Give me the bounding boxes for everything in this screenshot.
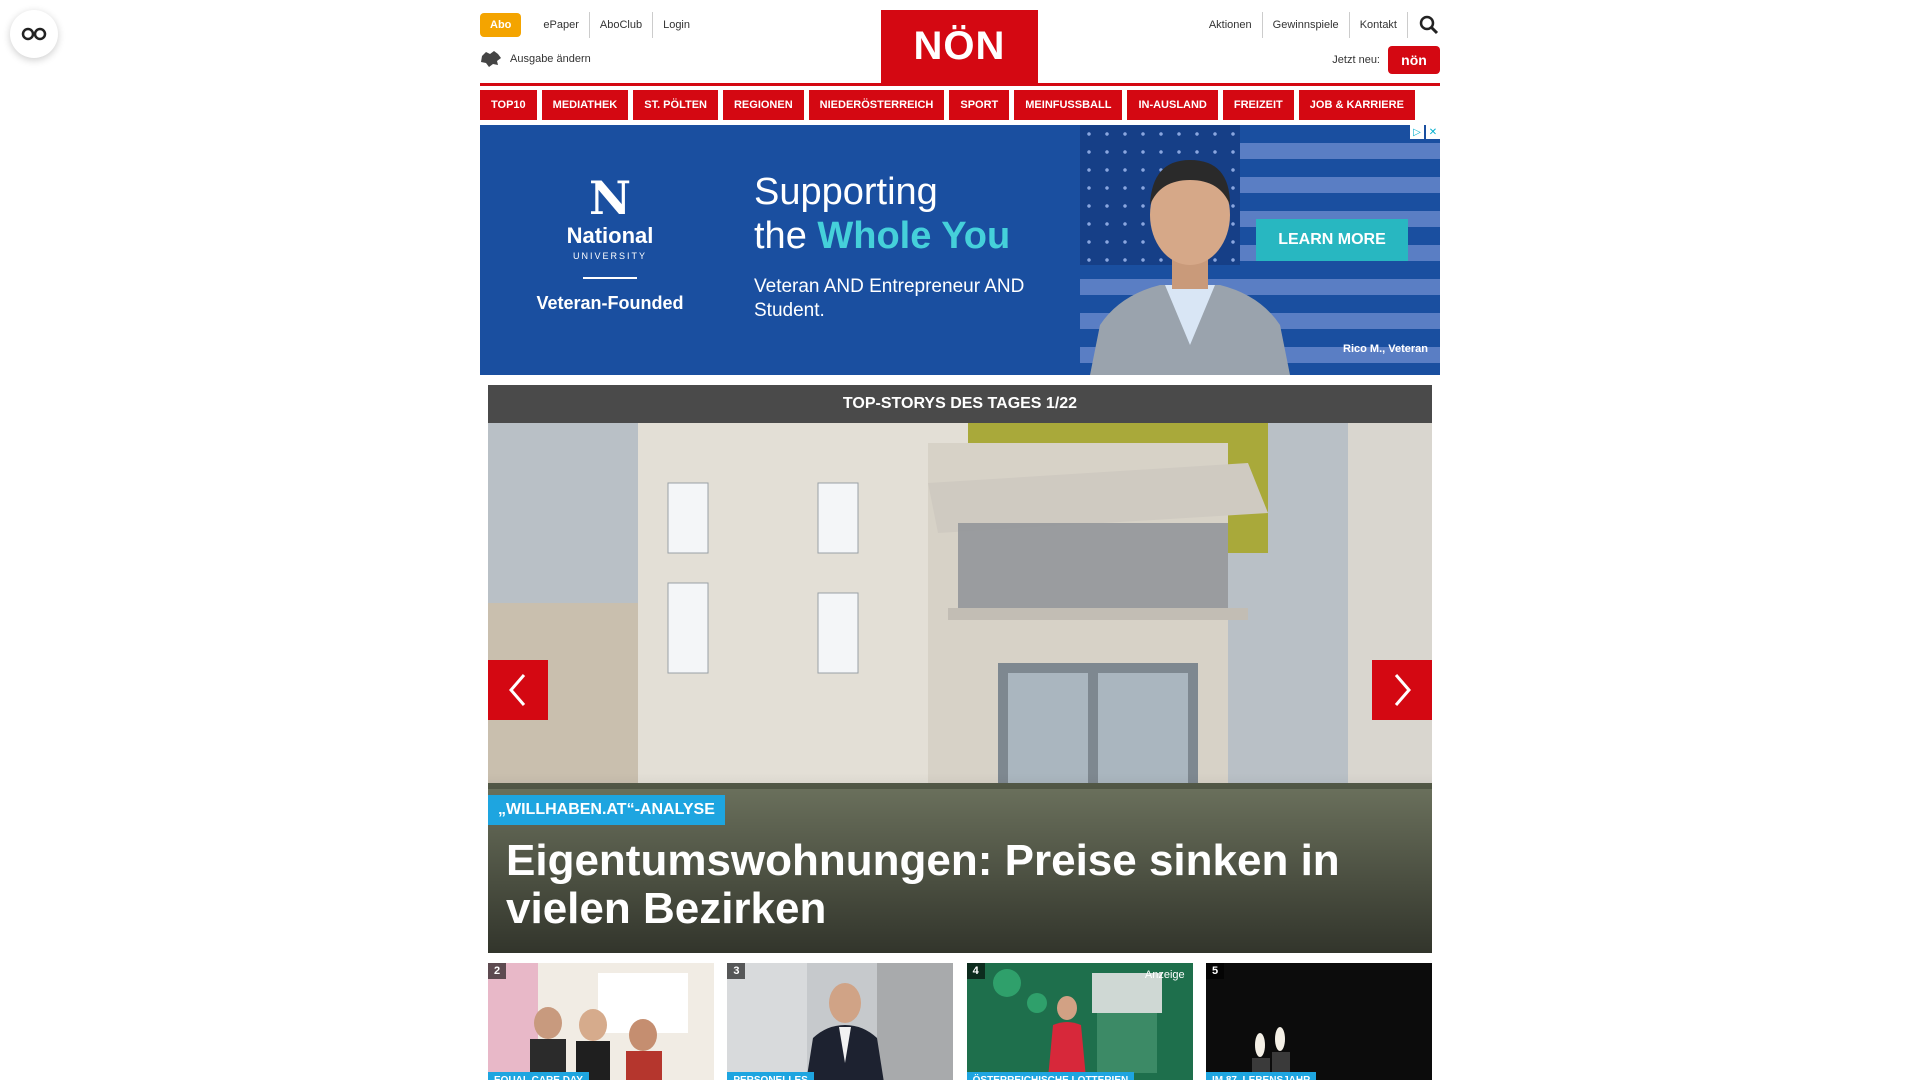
- story-number: 3: [727, 963, 746, 979]
- site-header: Abo ePaper AboClub Login Ausgabe ändern …: [480, 0, 1440, 86]
- ad-headline-line1: Supporting: [754, 171, 938, 213]
- nav-top10[interactable]: TOP10: [480, 90, 537, 120]
- ad-logo-name: National: [566, 223, 654, 248]
- story-thumb-2[interactable]: 2 EQUAL CARE DAY: [488, 963, 714, 1080]
- search-button[interactable]: [1418, 14, 1440, 36]
- accessibility-button[interactable]: [10, 10, 58, 58]
- ad-divider: [583, 277, 637, 279]
- thumb-image: [488, 963, 714, 1080]
- ad-caption: Rico M., Veteran: [1343, 343, 1428, 355]
- ausgabe-label: Ausgabe ändern: [510, 53, 591, 65]
- story-thumb-5[interactable]: 5 IM 87. LEBENSJAHR: [1205, 963, 1432, 1080]
- thumb-image: [1205, 963, 1432, 1080]
- ad-close-icon[interactable]: ✕: [1426, 125, 1440, 139]
- main-nav: TOP10 MEDIATHEK ST. PÖLTEN REGIONEN NIED…: [480, 90, 1440, 120]
- aboclub-link[interactable]: AboClub: [590, 12, 654, 38]
- app-promo-badge[interactable]: nön: [1388, 46, 1440, 74]
- thumb-image: [727, 963, 954, 1080]
- ad-university-logo: N National UNIVERSITY Veteran-Founded: [520, 175, 700, 314]
- nav-st-poelten[interactable]: ST. PÖLTEN: [633, 90, 718, 120]
- noen-logo[interactable]: NÖN: [881, 10, 1038, 83]
- gewinnspiele-link[interactable]: Gewinnspiele: [1263, 12, 1350, 38]
- aktionen-link[interactable]: Aktionen: [1199, 12, 1263, 38]
- story-tag: EQUAL CARE DAY: [488, 1072, 589, 1080]
- adchoices-icon[interactable]: ▷: [1410, 125, 1424, 139]
- ausgabe-aendern-link[interactable]: Ausgabe ändern: [480, 50, 591, 68]
- carousel-next-button[interactable]: [1372, 660, 1432, 720]
- ad-headline-the: the: [754, 215, 818, 257]
- search-icon: [1419, 15, 1439, 35]
- chevron-left-icon: [509, 674, 526, 706]
- story-thumbnails: 2 EQUAL CARE DAY 3 PERSONELLES: [488, 963, 1432, 1080]
- nav-sport[interactable]: SPORT: [949, 90, 1010, 120]
- story-number: 2: [488, 963, 507, 979]
- ad-headline: Supporting the Whole You: [754, 170, 1010, 258]
- epaper-link[interactable]: ePaper: [533, 12, 590, 38]
- story-thumb-4[interactable]: 4 Anzeige ÖSTERREICHISCHE LOTTERIEN: [966, 963, 1193, 1080]
- nav-in-ausland[interactable]: IN-AUSLAND: [1127, 90, 1218, 120]
- story-tag: ÖSTERREICHISCHE LOTTERIEN: [966, 1072, 1135, 1080]
- jetzt-neu: Jetzt neu: nön: [1332, 46, 1440, 74]
- kontakt-link[interactable]: Kontakt: [1350, 12, 1408, 38]
- abo-button[interactable]: Abo: [480, 13, 522, 37]
- nav-job-karriere[interactable]: JOB & KARRIERE: [1298, 90, 1415, 120]
- nav-meinfussball[interactable]: MEINFUSSBALL: [1014, 90, 1123, 120]
- chevron-right-icon: [1394, 674, 1411, 706]
- ad-banner[interactable]: N National UNIVERSITY Veteran-Founded Su…: [480, 125, 1440, 375]
- ad-tagline: Veteran-Founded: [536, 293, 684, 313]
- login-link[interactable]: Login: [653, 12, 700, 38]
- nav-regionen[interactable]: REGIONEN: [722, 90, 804, 120]
- nav-niederoesterreich[interactable]: NIEDERÖSTERREICH: [808, 90, 945, 120]
- ad-choices[interactable]: ▷ ✕: [1410, 125, 1440, 139]
- ad-logo-sub: UNIVERSITY: [572, 251, 647, 261]
- nav-mediathek[interactable]: MEDIATHEK: [541, 90, 629, 120]
- hero-category-tag[interactable]: „WILLHABEN.AT“-ANALYSE: [488, 795, 725, 825]
- hero-headline[interactable]: Eigentumswohnungen: Preise sinken in vie…: [506, 837, 1386, 933]
- ad-headline-highlight: Whole You: [817, 215, 1011, 257]
- ad-logo-mark: N: [588, 171, 632, 225]
- top-nav-left: Abo ePaper AboClub Login: [480, 12, 700, 38]
- page: Abo ePaper AboClub Login Ausgabe ändern …: [480, 0, 1440, 1080]
- glasses-icon: [21, 27, 47, 41]
- ad-learn-more-button[interactable]: LEARN MORE: [1256, 219, 1408, 261]
- ad-subline: Veteran AND Entrepreneur AND Student.: [754, 276, 1025, 321]
- story-number: 5: [1205, 963, 1225, 979]
- ad-headline-line2: the Whole You: [754, 214, 1010, 258]
- story-tag: IM 87. LEBENSJAHR: [1205, 1072, 1317, 1080]
- story-thumb-3[interactable]: 3 PERSONELLES: [727, 963, 954, 1080]
- top-stories: TOP-STORYS DES TAGES 1/22 „WILLHABEN.AT“…: [488, 385, 1432, 1080]
- top-stories-header: TOP-STORYS DES TAGES 1/22: [488, 385, 1432, 423]
- nav-freizeit[interactable]: FREIZEIT: [1222, 90, 1294, 120]
- jetzt-label: Jetzt neu:: [1332, 54, 1380, 66]
- story-tag: PERSONELLES: [727, 1072, 814, 1080]
- sponsored-label: Anzeige: [1144, 969, 1185, 981]
- carousel-prev-button[interactable]: [488, 660, 548, 720]
- hero-story[interactable]: „WILLHABEN.AT“-ANALYSE Eigentumswohnunge…: [488, 423, 1432, 953]
- top-nav-right: Aktionen Gewinnspiele Kontakt: [1199, 12, 1440, 38]
- story-number: 4: [966, 963, 985, 979]
- map-region-icon: [481, 51, 501, 67]
